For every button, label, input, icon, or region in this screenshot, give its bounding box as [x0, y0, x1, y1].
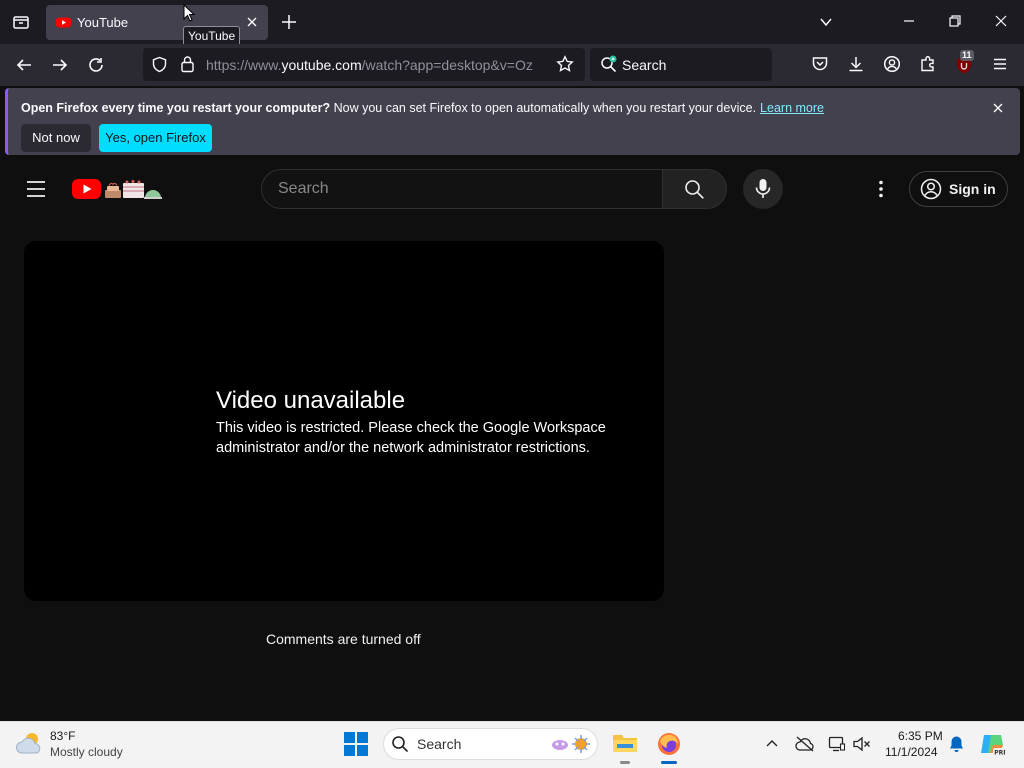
settings-more-icon[interactable] — [873, 179, 889, 199]
clock-time[interactable]: 6:35 PM — [898, 729, 943, 743]
close-window-icon[interactable] — [994, 14, 1008, 28]
account-icon[interactable] — [883, 55, 901, 73]
minimize-icon[interactable] — [902, 14, 916, 28]
notification-message: Open Firefox every time you restart your… — [21, 101, 824, 115]
copilot-icon[interactable]: PRE — [979, 731, 1005, 757]
not-now-button[interactable]: Not now — [21, 124, 91, 152]
pocket-icon[interactable] — [811, 55, 829, 73]
learn-more-link[interactable]: Learn more — [760, 101, 824, 115]
active-app-indicator — [661, 761, 677, 764]
error-title: Video unavailable — [216, 387, 406, 414]
tracking-protection-shield-icon[interactable] — [151, 56, 168, 73]
search-icon — [684, 179, 705, 200]
search-bar-label: Search — [622, 57, 667, 73]
weather-cloud-icon[interactable] — [14, 729, 46, 757]
extension-badge: 11 — [960, 50, 974, 61]
running-indicator — [620, 761, 630, 764]
list-all-tabs-icon[interactable] — [818, 14, 834, 30]
notification-bell-icon[interactable] — [948, 735, 965, 753]
sign-in-label: Sign in — [949, 181, 996, 197]
url-text[interactable]: https://www.youtube.com/watch?app=deskto… — [206, 57, 546, 73]
network-display-icon[interactable] — [828, 735, 846, 753]
yes-open-firefox-button[interactable]: Yes, open Firefox — [99, 124, 212, 152]
tab-list-icon[interactable] — [12, 13, 30, 31]
taskbar-search-icon — [391, 735, 409, 753]
guide-menu-icon[interactable] — [26, 180, 46, 198]
tab-tooltip: YouTube — [183, 26, 241, 46]
close-notification-icon[interactable] — [991, 101, 1005, 115]
file-explorer-icon[interactable] — [612, 731, 638, 755]
reload-icon[interactable] — [87, 56, 105, 74]
windows-start-icon[interactable] — [344, 732, 368, 756]
tab-title: YouTube — [77, 15, 129, 30]
url-host: youtube.com — [281, 57, 362, 73]
svg-text:PRE: PRE — [994, 750, 1005, 757]
youtube-search-placeholder: Search — [278, 180, 329, 197]
forward-icon[interactable] — [51, 56, 69, 74]
notification-body: Now you can set Firefox to open automati… — [333, 101, 757, 115]
new-tab-icon[interactable] — [281, 14, 297, 30]
firefox-taskbar-icon[interactable] — [656, 731, 682, 757]
taskbar-search-label: Search — [417, 736, 462, 752]
downloads-icon[interactable] — [847, 55, 865, 73]
close-tab-icon[interactable] — [245, 15, 259, 29]
youtube-logo[interactable] — [72, 178, 164, 200]
onedrive-offline-icon[interactable] — [795, 735, 815, 753]
volume-muted-icon[interactable] — [852, 735, 872, 753]
weather-condition: Mostly cloudy — [50, 745, 123, 759]
clock-date[interactable]: 11/1/2024 — [885, 745, 938, 759]
back-icon[interactable] — [15, 56, 33, 74]
menu-hamburger-icon[interactable] — [991, 55, 1009, 73]
url-path: /watch?app=desktop&v=Oz — [361, 57, 533, 73]
restore-icon[interactable] — [948, 14, 962, 28]
microphone-icon — [754, 178, 772, 199]
notification-title: Open Firefox every time you restart your… — [21, 101, 331, 115]
extensions-icon[interactable] — [919, 55, 937, 73]
lock-icon[interactable] — [180, 55, 195, 73]
weather-temperature: 83°F — [50, 729, 76, 743]
account-circle-icon — [920, 178, 942, 200]
bookmark-star-icon[interactable] — [556, 55, 574, 73]
search-engine-icon — [600, 55, 618, 73]
url-prefix: https://www. — [206, 57, 282, 73]
mouse-cursor-icon — [183, 4, 195, 22]
show-hidden-icons-chevron-icon[interactable] — [765, 737, 779, 751]
search-highlight-icon — [550, 734, 592, 754]
youtube-favicon-icon — [56, 15, 71, 30]
error-message: This video is restricted. Please check t… — [216, 420, 606, 456]
comments-status: Comments are turned off — [266, 631, 421, 647]
